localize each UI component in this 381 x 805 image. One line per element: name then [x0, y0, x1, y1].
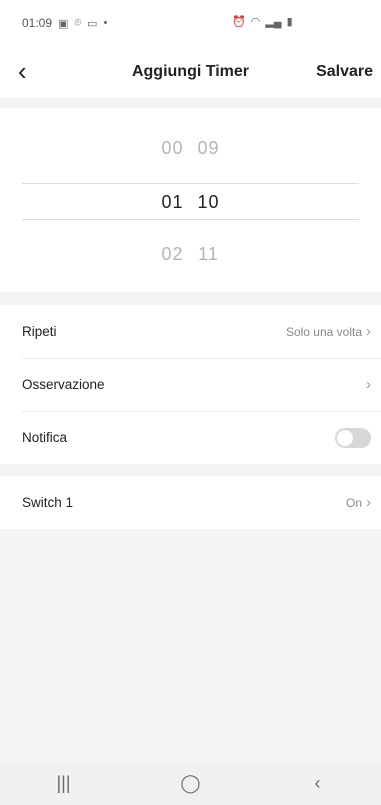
switch1-label: Switch 1	[22, 495, 74, 510]
recent-apps-button[interactable]: |||	[34, 773, 94, 794]
picker-minute: 10	[197, 192, 220, 212]
signal-icon: ▂▄	[265, 16, 282, 28]
toggle-knob	[337, 429, 353, 446]
time-picker[interactable]: 00 09 01 10 02 11	[0, 108, 381, 292]
switch1-value: On ›	[346, 494, 371, 511]
selection-line-bottom	[22, 219, 359, 220]
battery-icon: ▮	[286, 16, 293, 28]
status-bar: 01:09 ▣ ⌾ ▭ • ⏰ ◠ ▂▄ ▮	[0, 0, 381, 46]
repeat-value-text: Solo una volta	[285, 324, 362, 339]
picker-hour: 00	[161, 138, 184, 158]
picker-minute: 09	[197, 138, 220, 158]
repeat-row[interactable]: Ripeti Solo una volta ›	[0, 305, 381, 358]
location-icon: ⌾	[74, 16, 82, 29]
back-button[interactable]: ‹	[288, 773, 348, 794]
switch1-row[interactable]: Switch 1 On ›	[0, 476, 381, 529]
picker-row-selected[interactable]: 01 10	[0, 192, 381, 213]
status-right: ⏰ ◠ ▂▄ ▮	[232, 15, 293, 28]
chevron-right-icon: ›	[366, 494, 371, 511]
picker-minute: 11	[198, 244, 219, 264]
picker-row-next[interactable]: 02 11	[0, 244, 381, 265]
picker-hour: 01	[161, 192, 184, 212]
status-time: 01:09	[22, 16, 53, 30]
save-button[interactable]: Salvare	[316, 63, 373, 81]
chevron-right-icon: ›	[366, 323, 371, 340]
notification-row: Notifica	[0, 411, 381, 464]
home-button[interactable]: ◯	[161, 773, 221, 794]
image-icon: ▣	[58, 17, 69, 30]
status-left: 01:09 ▣ ⌾ ▭ •	[22, 16, 107, 30]
picker-row-prev[interactable]: 00 09	[0, 138, 381, 159]
switch1-value-text: On	[345, 495, 362, 510]
alarm-icon: ⏰	[232, 16, 246, 28]
note-row[interactable]: Osservazione ›	[0, 358, 381, 411]
picker-hour: 02	[161, 244, 184, 264]
repeat-value: Solo una volta ›	[286, 323, 371, 340]
note-value: ›	[362, 376, 371, 393]
message-icon: ▭	[87, 17, 98, 30]
wifi-icon: ◠	[250, 16, 261, 28]
notification-label: Notifica	[22, 430, 68, 445]
chevron-right-icon: ›	[366, 376, 371, 393]
app-header: ‹ Aggiungi Timer Salvare	[0, 46, 381, 98]
dot-icon: •	[103, 17, 108, 29]
selection-line-top	[22, 183, 359, 184]
repeat-label: Ripeti	[22, 324, 57, 339]
notification-toggle[interactable]	[335, 427, 371, 448]
system-nav-bar: ||| ◯ ‹	[0, 762, 381, 805]
actions-group: Switch 1 On ›	[0, 476, 381, 529]
settings-group: Ripeti Solo una volta › Osservazione › N…	[0, 305, 381, 464]
note-label: Osservazione	[22, 377, 105, 392]
